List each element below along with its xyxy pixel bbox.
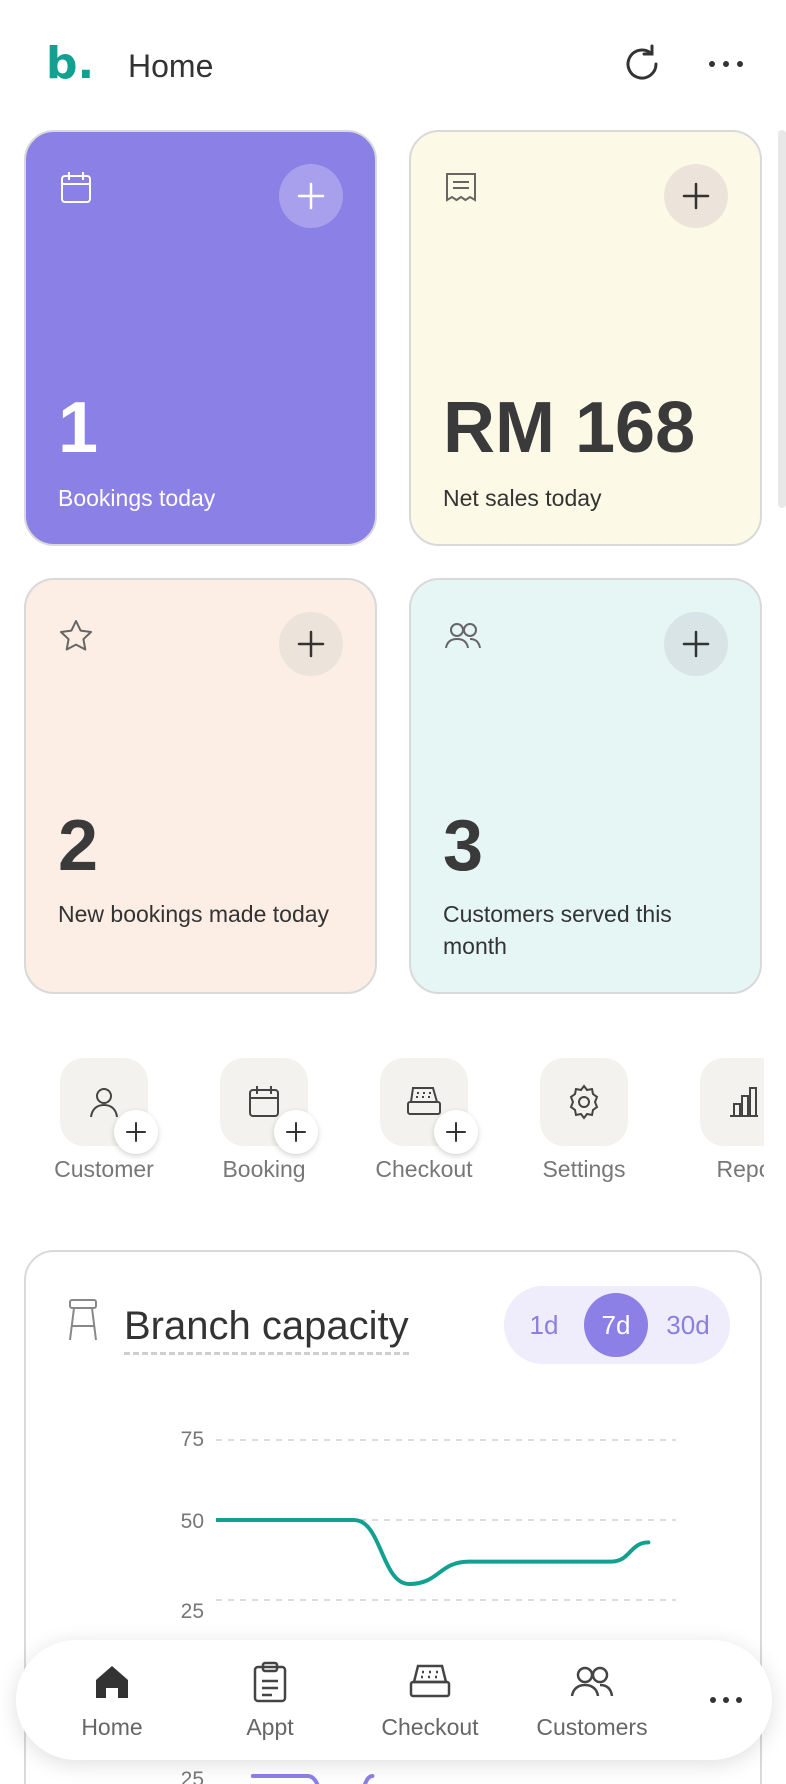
scrollbar[interactable] — [778, 130, 786, 508]
card-label: Bookings today — [58, 485, 216, 511]
top-bar: b. Home — [0, 0, 786, 130]
y-tick-25: 25 — [180, 1600, 204, 1623]
add-new-booking-button[interactable] — [279, 612, 343, 676]
bar-chart-icon — [700, 1058, 764, 1146]
plus-icon — [114, 1110, 158, 1154]
plus-icon — [434, 1110, 478, 1154]
quick-action-booking[interactable]: Booking — [190, 1058, 330, 1188]
add-sale-button[interactable] — [664, 164, 728, 228]
calendar-icon — [58, 170, 98, 210]
home-icon — [88, 1658, 136, 1706]
quick-action-label: Settings — [542, 1156, 626, 1182]
quick-action-settings[interactable]: Settings — [510, 1058, 650, 1188]
nav-home[interactable]: Home — [52, 1640, 172, 1760]
card-value: RM 168 — [443, 388, 696, 468]
range-1d[interactable]: 1d — [512, 1293, 576, 1357]
quick-action-reports[interactable]: Repo — [670, 1058, 764, 1188]
gear-icon — [540, 1058, 628, 1146]
quick-action-checkout[interactable]: Checkout — [350, 1058, 490, 1188]
users-icon — [568, 1658, 616, 1706]
receipt-icon — [443, 170, 483, 210]
nav-appt[interactable]: Appt — [210, 1640, 330, 1760]
nav-customers[interactable]: Customers — [512, 1640, 672, 1760]
quick-action-customer[interactable]: Customer — [30, 1058, 170, 1188]
users-icon — [443, 618, 483, 658]
nav-more[interactable] — [688, 1640, 764, 1760]
quick-action-label: Checkout — [375, 1156, 473, 1182]
card-bookings-today[interactable]: 1 Bookings today — [24, 130, 377, 546]
series-line-1 — [250, 1774, 375, 1784]
more-icon[interactable] — [698, 36, 754, 92]
card-new-bookings[interactable]: 2 New bookings made today — [24, 578, 377, 994]
y-tick-25-neg: 25 — [180, 1768, 204, 1784]
nav-checkout[interactable]: Checkout — [360, 1640, 500, 1760]
range-30d[interactable]: 30d — [656, 1293, 720, 1357]
add-booking-button[interactable] — [279, 164, 343, 228]
y-tick-50: 50 — [180, 1510, 204, 1533]
panel-title[interactable]: Branch capacity — [124, 1302, 409, 1355]
card-value: 1 — [58, 388, 99, 468]
bottom-nav: Home Appt Checkout Customers — [16, 1640, 772, 1760]
quick-action-label: Customer — [54, 1156, 154, 1182]
clipboard-icon — [246, 1658, 294, 1706]
refresh-icon[interactable] — [614, 36, 670, 92]
card-customers-served[interactable]: 3 Customers served this month — [409, 578, 762, 994]
y-tick-75: 75 — [180, 1428, 204, 1451]
card-value: 2 — [58, 806, 99, 886]
add-customer-button[interactable] — [664, 612, 728, 676]
range-7d[interactable]: 7d — [584, 1293, 648, 1357]
logo: b. — [46, 38, 95, 89]
stool-icon — [66, 1298, 100, 1347]
nav-label: Checkout — [381, 1714, 479, 1740]
plus-icon — [274, 1110, 318, 1154]
series-line-0 — [216, 1518, 651, 1587]
nav-label: Customers — [536, 1714, 648, 1740]
card-label: New bookings made today — [58, 901, 330, 927]
quick-action-label: Repo — [716, 1156, 765, 1182]
register-icon — [406, 1658, 454, 1706]
more-icon — [702, 1676, 750, 1724]
card-label: Net sales today — [443, 485, 602, 511]
star-icon — [58, 618, 98, 658]
card-value: 3 — [443, 806, 484, 886]
nav-label: Home — [81, 1714, 143, 1740]
page-title: Home — [128, 48, 214, 84]
card-net-sales[interactable]: RM 168 Net sales today — [409, 130, 762, 546]
nav-label: Appt — [246, 1714, 294, 1740]
range-selector: 1d 7d 30d — [504, 1286, 730, 1364]
quick-action-clip: Repo — [660, 1040, 764, 1210]
card-label: Customers served this month — [443, 901, 672, 959]
quick-action-label: Booking — [222, 1156, 306, 1182]
